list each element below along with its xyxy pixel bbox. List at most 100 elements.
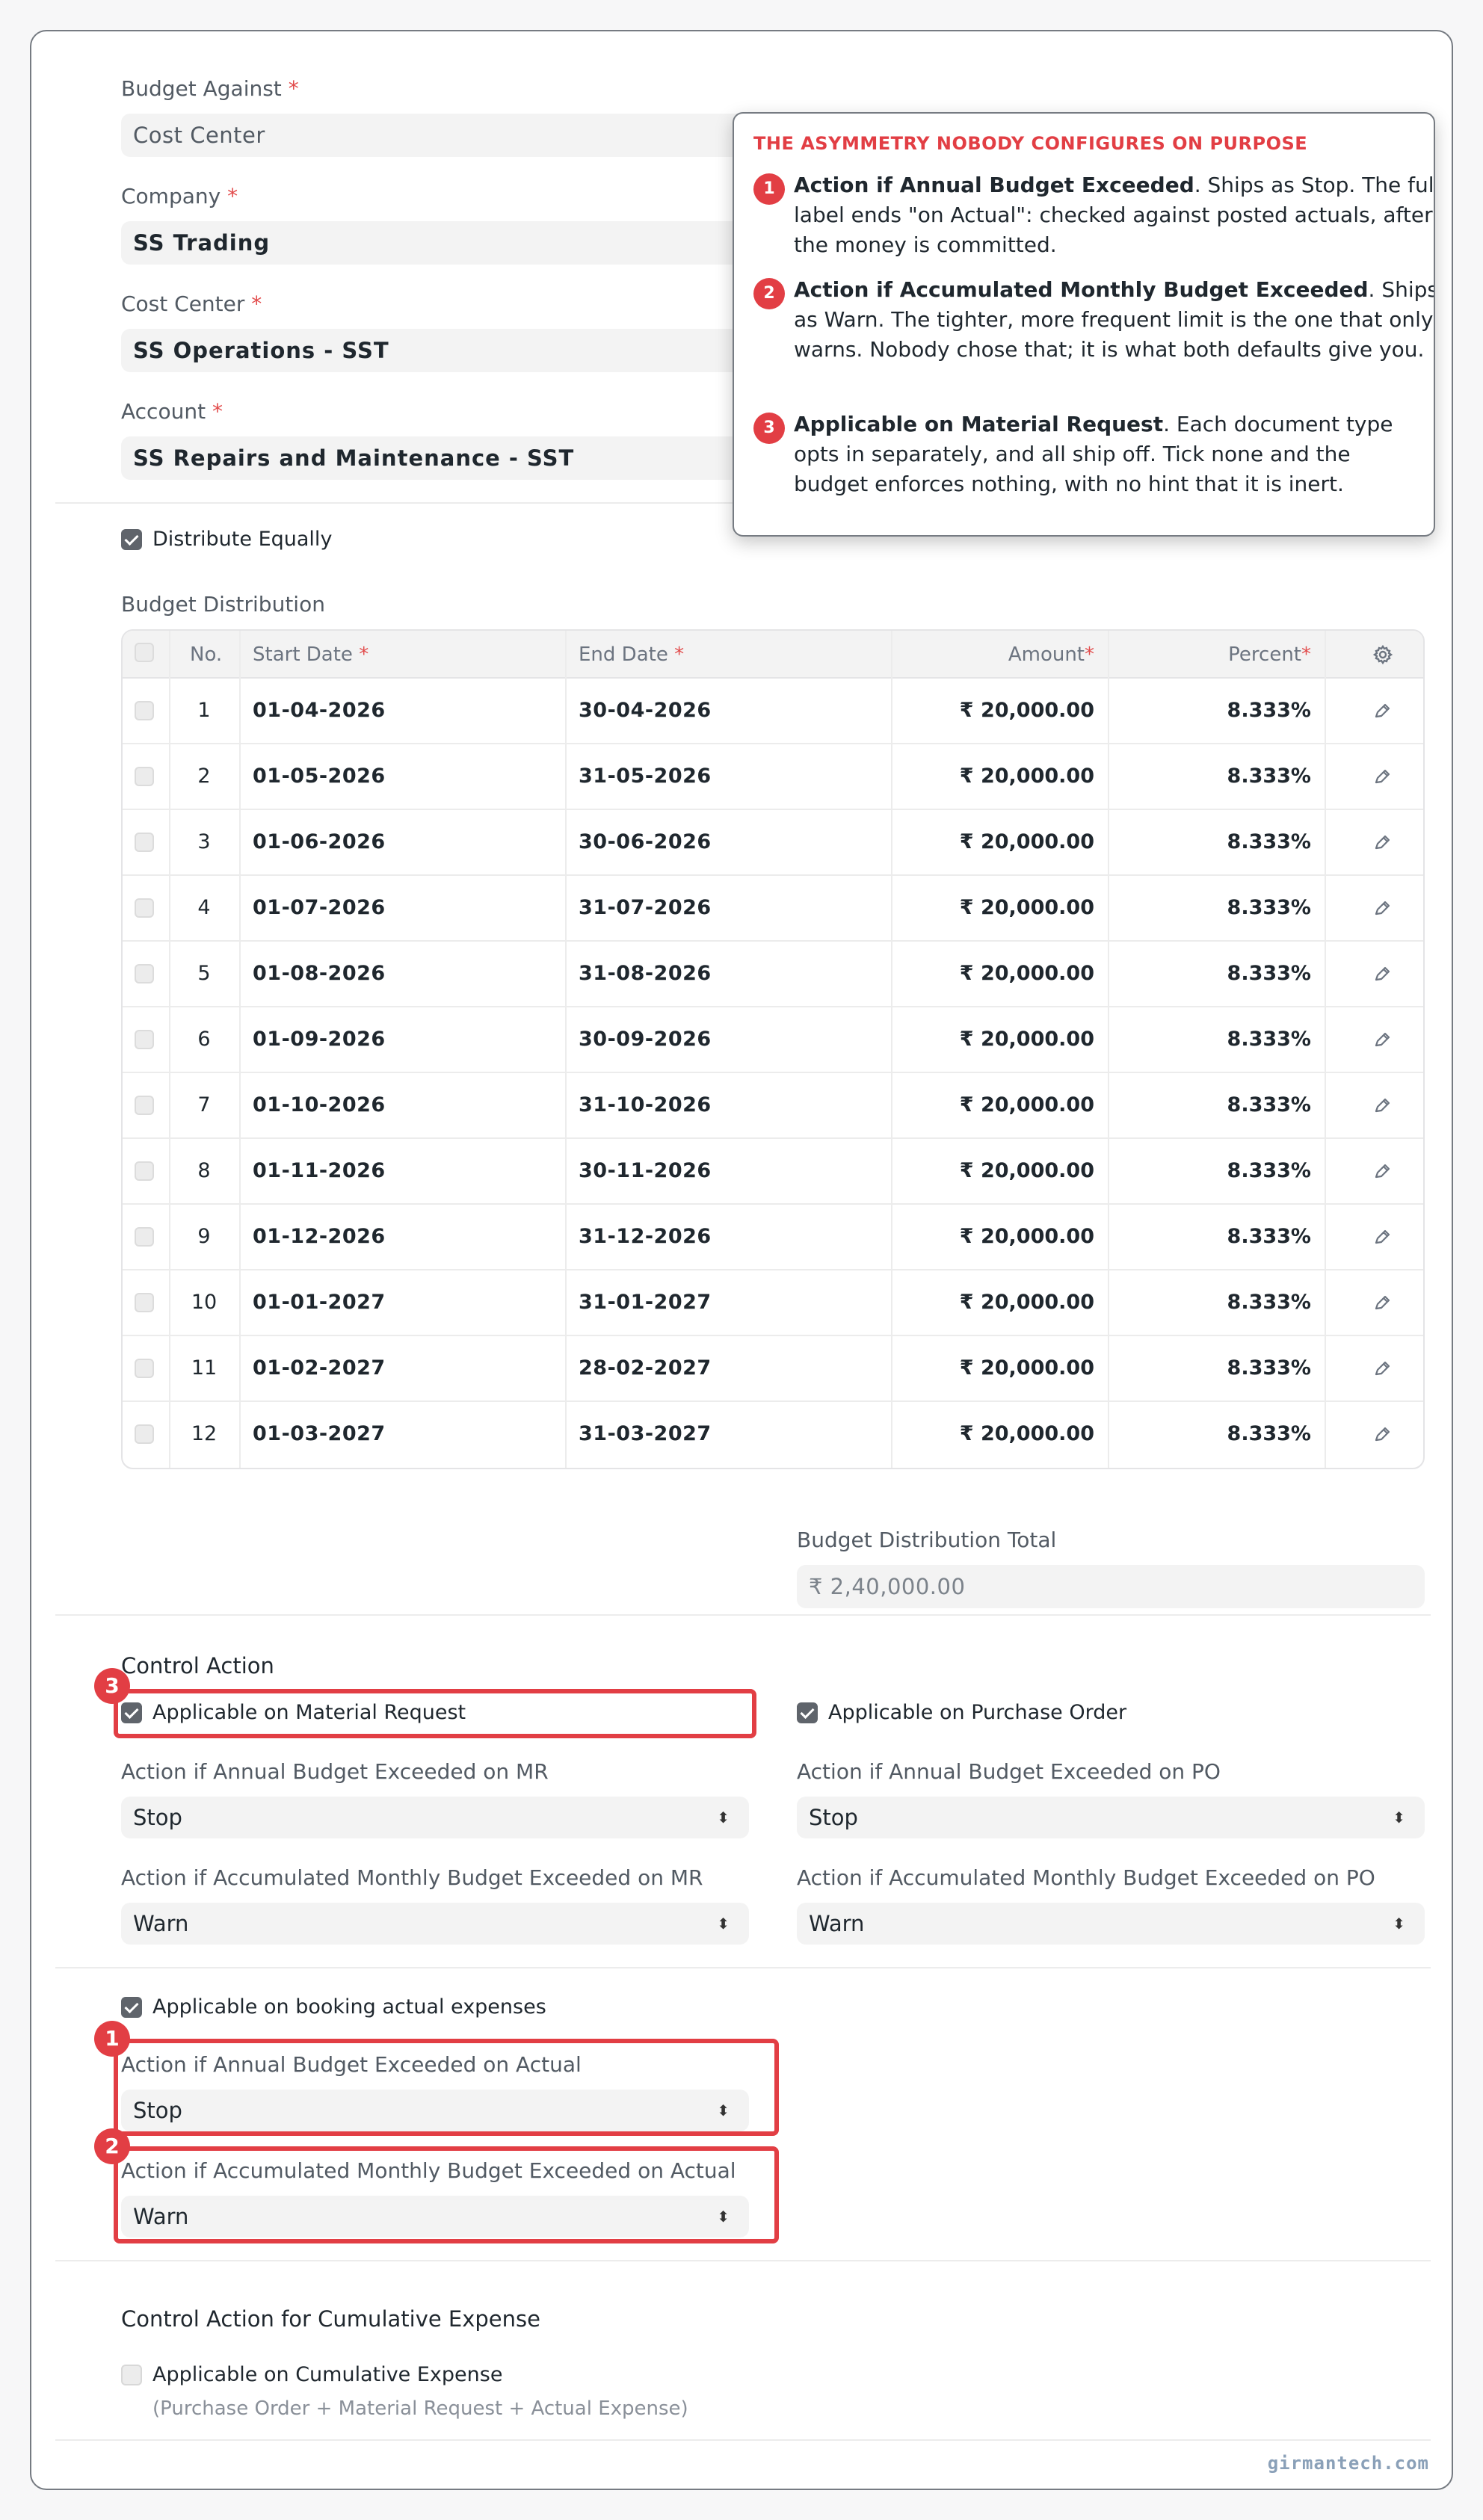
- row-percent[interactable]: 8.333%: [1227, 876, 1311, 942]
- row-checkbox[interactable]: [135, 1161, 154, 1181]
- row-amount[interactable]: ₹ 20,000.00: [960, 1270, 1094, 1336]
- row-start-date[interactable]: 01-07-2026: [253, 876, 386, 942]
- table-row[interactable]: 2 01-05-2026 31-05-2026 ₹ 20,000.00 8.333%: [123, 744, 1423, 810]
- row-percent[interactable]: 8.333%: [1227, 1205, 1311, 1270]
- row-amount[interactable]: ₹ 20,000.00: [960, 810, 1094, 876]
- row-start-date[interactable]: 01-09-2026: [253, 1007, 386, 1073]
- row-percent[interactable]: 8.333%: [1227, 810, 1311, 876]
- row-checkbox[interactable]: [135, 1227, 154, 1247]
- table-row[interactable]: 6 01-09-2026 30-09-2026 ₹ 20,000.00 8.333%: [123, 1007, 1423, 1073]
- row-start-date[interactable]: 01-02-2027: [253, 1336, 386, 1402]
- table-row[interactable]: 4 01-07-2026 31-07-2026 ₹ 20,000.00 8.333%: [123, 876, 1423, 942]
- pencil-icon[interactable]: [1372, 815, 1392, 880]
- row-percent[interactable]: 8.333%: [1227, 1336, 1311, 1402]
- row-end-date[interactable]: 31-01-2027: [579, 1270, 712, 1336]
- row-percent[interactable]: 8.333%: [1227, 1007, 1311, 1073]
- table-row[interactable]: 11 01-02-2027 28-02-2027 ₹ 20,000.00 8.333%: [123, 1336, 1423, 1402]
- row-amount[interactable]: ₹ 20,000.00: [960, 1139, 1094, 1205]
- row-checkbox[interactable]: [135, 1359, 154, 1378]
- pencil-icon[interactable]: [1372, 683, 1392, 749]
- row-start-date[interactable]: 01-06-2026: [253, 810, 386, 876]
- row-end-date[interactable]: 30-09-2026: [579, 1007, 712, 1073]
- table-row[interactable]: 12 01-03-2027 31-03-2027 ₹ 20,000.00 8.333%: [123, 1402, 1423, 1468]
- row-start-date[interactable]: 01-03-2027: [253, 1402, 386, 1468]
- select-all-checkbox[interactable]: [135, 643, 154, 662]
- row-checkbox[interactable]: [135, 1424, 154, 1444]
- row-checkbox[interactable]: [135, 833, 154, 852]
- cumulative-checkbox[interactable]: [121, 2365, 142, 2385]
- row-checkbox[interactable]: [135, 1096, 154, 1115]
- row-amount[interactable]: ₹ 20,000.00: [960, 1336, 1094, 1402]
- purchase-order-checkbox[interactable]: [797, 1702, 818, 1723]
- actual-expenses-checkbox[interactable]: [121, 1997, 142, 2018]
- monthly-mr-select[interactable]: Warn ⬍: [121, 1903, 749, 1945]
- monthly-po-select[interactable]: Warn ⬍: [797, 1903, 1425, 1945]
- pencil-icon[interactable]: [1372, 1143, 1392, 1209]
- row-end-date[interactable]: 31-07-2026: [579, 876, 712, 942]
- row-end-date[interactable]: 31-03-2027: [579, 1402, 712, 1468]
- row-start-date[interactable]: 01-01-2027: [253, 1270, 386, 1336]
- row-start-date[interactable]: 01-04-2026: [253, 679, 386, 744]
- pencil-icon[interactable]: [1372, 880, 1392, 946]
- row-percent[interactable]: 8.333%: [1227, 679, 1311, 744]
- pencil-icon[interactable]: [1372, 946, 1392, 1012]
- row-checkbox[interactable]: [135, 1030, 154, 1049]
- budget-distribution-total-label: Budget Distribution Total: [797, 1528, 1057, 1552]
- pencil-icon[interactable]: [1372, 1406, 1392, 1468]
- row-checkbox[interactable]: [135, 898, 154, 918]
- pencil-icon[interactable]: [1372, 1012, 1392, 1078]
- row-end-date[interactable]: 28-02-2027: [579, 1336, 712, 1402]
- row-end-date[interactable]: 30-06-2026: [579, 810, 712, 876]
- pencil-icon[interactable]: [1372, 1341, 1392, 1406]
- row-end-date[interactable]: 31-10-2026: [579, 1073, 712, 1139]
- column-percent[interactable]: Percent*: [1228, 631, 1311, 679]
- row-end-date[interactable]: 31-08-2026: [579, 942, 712, 1007]
- table-row[interactable]: 10 01-01-2027 31-01-2027 ₹ 20,000.00 8.333%: [123, 1270, 1423, 1336]
- pencil-icon[interactable]: [1372, 1275, 1392, 1341]
- column-start-date[interactable]: Start Date *: [253, 631, 369, 679]
- row-checkbox[interactable]: [135, 964, 154, 983]
- table-row[interactable]: 7 01-10-2026 31-10-2026 ₹ 20,000.00 8.333%: [123, 1073, 1423, 1139]
- row-checkbox[interactable]: [135, 701, 154, 720]
- row-start-date[interactable]: 01-11-2026: [253, 1139, 386, 1205]
- row-start-date[interactable]: 01-10-2026: [253, 1073, 386, 1139]
- row-start-date[interactable]: 01-12-2026: [253, 1205, 386, 1270]
- row-amount[interactable]: ₹ 20,000.00: [960, 876, 1094, 942]
- row-amount[interactable]: ₹ 20,000.00: [960, 1205, 1094, 1270]
- row-end-date[interactable]: 31-05-2026: [579, 744, 712, 810]
- row-end-date[interactable]: 30-04-2026: [579, 679, 712, 744]
- table-row[interactable]: 5 01-08-2026 31-08-2026 ₹ 20,000.00 8.333%: [123, 942, 1423, 1007]
- row-start-date[interactable]: 01-08-2026: [253, 942, 386, 1007]
- distribute-equally-checkbox[interactable]: [121, 529, 142, 550]
- row-amount[interactable]: ₹ 20,000.00: [960, 679, 1094, 744]
- row-start-date[interactable]: 01-05-2026: [253, 744, 386, 810]
- row-amount[interactable]: ₹ 20,000.00: [960, 942, 1094, 1007]
- row-percent[interactable]: 8.333%: [1227, 942, 1311, 1007]
- row-percent[interactable]: 8.333%: [1227, 1073, 1311, 1139]
- row-amount[interactable]: ₹ 20,000.00: [960, 1402, 1094, 1468]
- row-amount[interactable]: ₹ 20,000.00: [960, 1073, 1094, 1139]
- row-amount[interactable]: ₹ 20,000.00: [960, 1007, 1094, 1073]
- row-checkbox[interactable]: [135, 1293, 154, 1312]
- pencil-icon[interactable]: [1372, 1078, 1392, 1143]
- table-row[interactable]: 1 01-04-2026 30-04-2026 ₹ 20,000.00 8.333%: [123, 679, 1423, 744]
- column-end-date[interactable]: End Date *: [579, 631, 684, 679]
- gear-icon[interactable]: [1372, 631, 1393, 679]
- row-checkbox[interactable]: [135, 767, 154, 786]
- row-amount[interactable]: ₹ 20,000.00: [960, 744, 1094, 810]
- annual-mr-select[interactable]: Stop ⬍: [121, 1797, 749, 1838]
- row-percent[interactable]: 8.333%: [1227, 1270, 1311, 1336]
- row-percent[interactable]: 8.333%: [1227, 744, 1311, 810]
- row-percent[interactable]: 8.333%: [1227, 1402, 1311, 1468]
- table-row[interactable]: 8 01-11-2026 30-11-2026 ₹ 20,000.00 8.333%: [123, 1139, 1423, 1205]
- column-amount[interactable]: Amount*: [1008, 631, 1094, 679]
- pencil-icon[interactable]: [1372, 1209, 1392, 1275]
- pencil-icon[interactable]: [1372, 749, 1392, 815]
- table-row[interactable]: 9 01-12-2026 31-12-2026 ₹ 20,000.00 8.333%: [123, 1205, 1423, 1270]
- section-divider: [55, 2260, 1431, 2261]
- row-end-date[interactable]: 31-12-2026: [579, 1205, 712, 1270]
- table-row[interactable]: 3 01-06-2026 30-06-2026 ₹ 20,000.00 8.333%: [123, 810, 1423, 876]
- row-end-date[interactable]: 30-11-2026: [579, 1139, 712, 1205]
- annual-po-select[interactable]: Stop ⬍: [797, 1797, 1425, 1838]
- row-percent[interactable]: 8.333%: [1227, 1139, 1311, 1205]
